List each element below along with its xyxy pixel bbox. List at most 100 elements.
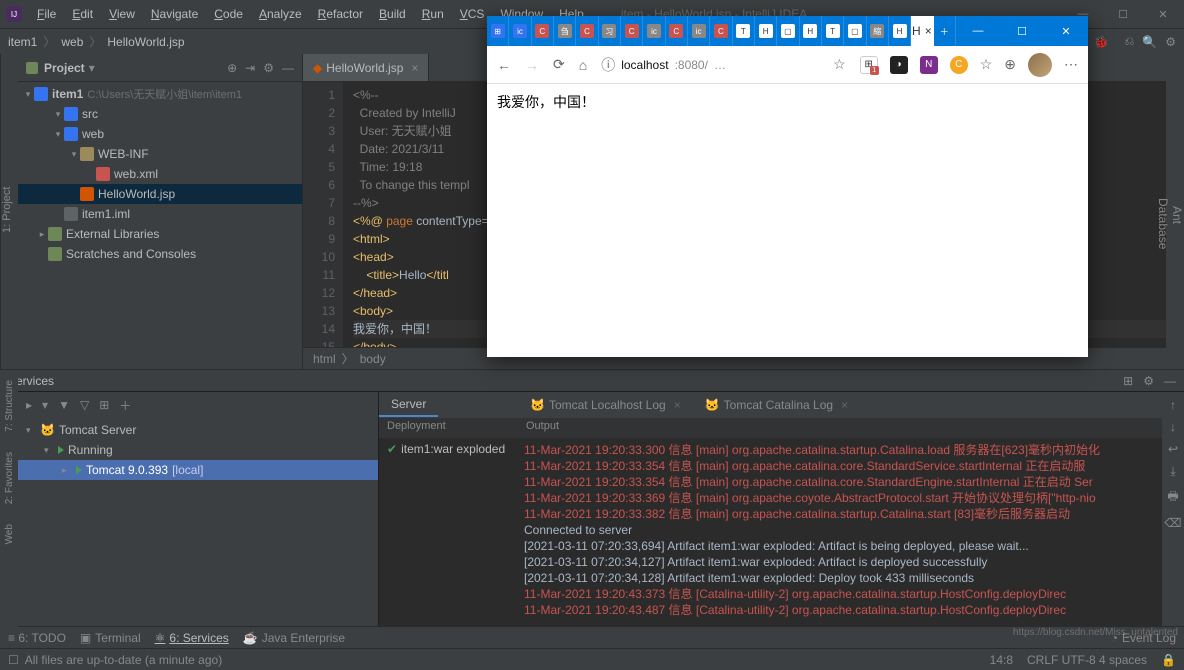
home-icon[interactable]: ⌂ xyxy=(579,57,587,73)
browser-tab[interactable]: 縮 xyxy=(867,16,889,46)
filter2-icon[interactable]: ▽ xyxy=(80,398,89,412)
add-icon[interactable]: ＋ xyxy=(119,397,131,414)
browser-tab-active[interactable]: H × xyxy=(911,16,933,46)
address-bar[interactable]: ⓘ localhost:8080/… xyxy=(601,55,819,75)
tree-item[interactable]: ▸External Libraries xyxy=(18,224,302,244)
expand-icon[interactable]: ▸ xyxy=(26,398,32,412)
scroll-icon[interactable]: ⤓ xyxy=(1170,464,1175,479)
collapse-icon[interactable]: ▾ xyxy=(42,398,48,412)
ext-icon[interactable]: N xyxy=(920,56,938,74)
java-ee-tab[interactable]: ☕Java Enterprise xyxy=(243,631,345,645)
filter-icon[interactable]: ▼ xyxy=(58,398,70,412)
tree-item[interactable]: item1.iml xyxy=(18,204,302,224)
browser-tab[interactable]: H xyxy=(889,16,911,46)
crumb-project[interactable]: item1 xyxy=(8,35,37,49)
profile-avatar[interactable] xyxy=(1028,53,1052,77)
log-tab[interactable]: 🐱 Tomcat Catalina Log × xyxy=(693,394,860,416)
menu-build[interactable]: Build xyxy=(372,4,413,24)
browser-tab[interactable]: ic xyxy=(688,16,710,46)
favorite-icon[interactable]: ☆ xyxy=(833,56,846,73)
deployment-item[interactable]: ✔ item1:war exploded xyxy=(379,438,518,460)
ext-icon[interactable]: ⊞ xyxy=(860,56,878,74)
forward-icon[interactable]: → xyxy=(525,57,539,73)
output-body[interactable]: 11-Mar-2021 19:20:33.300 信息 [main] org.a… xyxy=(518,438,1162,626)
menu-code[interactable]: Code xyxy=(207,4,250,24)
up-icon[interactable]: ↑ xyxy=(1170,398,1176,412)
down-icon[interactable]: ↓ xyxy=(1170,420,1176,434)
menu-edit[interactable]: Edit xyxy=(65,4,100,24)
menu-file[interactable]: File xyxy=(30,4,63,24)
crumb-folder[interactable]: web xyxy=(61,35,83,49)
back-icon[interactable]: ← xyxy=(497,57,511,73)
service-item[interactable]: ▸Tomcat 9.0.393 [local] xyxy=(18,460,378,480)
tree-item[interactable]: ▾web xyxy=(18,124,302,144)
settings-icon[interactable]: ⚙ xyxy=(1165,35,1176,49)
browser-tab[interactable]: 习 xyxy=(599,16,621,46)
left-tool-strip[interactable]: 1: Project xyxy=(0,54,18,369)
tree-item[interactable]: ▾src xyxy=(18,104,302,124)
select-opened-icon[interactable]: ⊕ xyxy=(227,61,237,75)
encoding-info[interactable]: CRLF UTF-8 4 spaces xyxy=(1027,653,1147,667)
browser-tab[interactable]: C xyxy=(621,16,643,46)
web-tool[interactable]: Web xyxy=(4,524,15,544)
new-tab-button[interactable]: ＋ xyxy=(934,16,956,46)
browser-tab[interactable]: ▢ xyxy=(844,16,866,46)
browser-tab[interactable]: C xyxy=(666,16,688,46)
services-tab[interactable]: ⚛6: Services xyxy=(155,631,229,645)
layout-icon[interactable]: ⊞ xyxy=(1123,374,1133,388)
refresh-icon[interactable]: ⟳ xyxy=(553,56,565,73)
ext-icon[interactable]: ◑ xyxy=(890,56,908,74)
tree-item[interactable]: web.xml xyxy=(18,164,302,184)
server-tab[interactable]: Server xyxy=(379,393,438,417)
git-icon[interactable]: ⎌ xyxy=(1125,34,1135,49)
menu-vcs[interactable]: VCS xyxy=(453,4,492,24)
menu-view[interactable]: View xyxy=(102,4,142,24)
crumb-file[interactable]: HelloWorld.jsp xyxy=(107,35,184,49)
close-button[interactable]: ✕ xyxy=(1044,16,1088,46)
browser-tab[interactable]: T xyxy=(733,16,755,46)
tree-item[interactable]: Scratches and Consoles xyxy=(18,244,302,264)
maximize-button[interactable]: ☐ xyxy=(1108,8,1138,21)
editor-tab[interactable]: ◆ HelloWorld.jsp × xyxy=(303,54,429,81)
clear-icon[interactable]: ⌫ xyxy=(1165,516,1182,530)
gear-icon[interactable]: ⚙ xyxy=(1143,374,1154,388)
minimize-button[interactable]: — xyxy=(956,16,1000,46)
crumb[interactable]: body xyxy=(360,352,386,366)
hide-icon[interactable]: — xyxy=(282,61,294,75)
tree-item[interactable]: HelloWorld.jsp xyxy=(18,184,302,204)
browser-tab[interactable]: ic xyxy=(509,16,531,46)
menu-navigate[interactable]: Navigate xyxy=(144,4,205,24)
service-item[interactable]: ▾🐱Tomcat Server xyxy=(18,420,378,440)
lock-icon[interactable]: 🔒 xyxy=(1161,653,1176,667)
project-title[interactable]: Project xyxy=(44,61,85,75)
wrap-icon[interactable]: ↩ xyxy=(1168,442,1178,456)
collections-icon[interactable]: ⊕ xyxy=(1004,56,1016,73)
browser-tab[interactable]: C xyxy=(532,16,554,46)
menu-icon[interactable]: ⋯ xyxy=(1064,56,1078,73)
terminal-tab[interactable]: ▣Terminal xyxy=(80,631,141,645)
todo-tab[interactable]: ≡ 6: TODO xyxy=(8,631,66,645)
service-item[interactable]: ▾Running xyxy=(18,440,378,460)
menu-analyze[interactable]: Analyze xyxy=(252,4,309,24)
favorites-tool[interactable]: 2: Favorites xyxy=(4,452,15,504)
gear-icon[interactable]: ⚙ xyxy=(263,61,274,75)
dropdown-icon[interactable]: ▾ xyxy=(89,61,95,75)
right-tool-strip[interactable]: Ant Database xyxy=(1166,54,1184,369)
search-icon[interactable]: 🔍 xyxy=(1142,35,1157,49)
browser-tab[interactable]: ⊞ xyxy=(487,16,509,46)
close-button[interactable]: ✕ xyxy=(1148,8,1178,21)
tree-root[interactable]: ▾ item1 C:\Users\无天赋小姐\item\item1 xyxy=(18,84,302,104)
browser-tab[interactable]: ic xyxy=(643,16,665,46)
browser-tab[interactable]: ▢ xyxy=(777,16,799,46)
print-icon[interactable]: 🖶 xyxy=(1167,487,1178,508)
collapse-icon[interactable]: ⇥ xyxy=(245,61,255,75)
caret-position[interactable]: 14:8 xyxy=(990,653,1013,667)
browser-tab[interactable]: C xyxy=(710,16,732,46)
browser-tab[interactable]: H xyxy=(755,16,777,46)
browser-tab[interactable]: C xyxy=(576,16,598,46)
menu-run[interactable]: Run xyxy=(415,4,451,24)
tree-item[interactable]: ▾WEB-INF xyxy=(18,144,302,164)
grid-icon[interactable]: ⊞ xyxy=(99,398,109,412)
log-tab[interactable]: 🐱 Tomcat Localhost Log × xyxy=(518,394,693,416)
menu-refactor[interactable]: Refactor xyxy=(311,4,370,24)
